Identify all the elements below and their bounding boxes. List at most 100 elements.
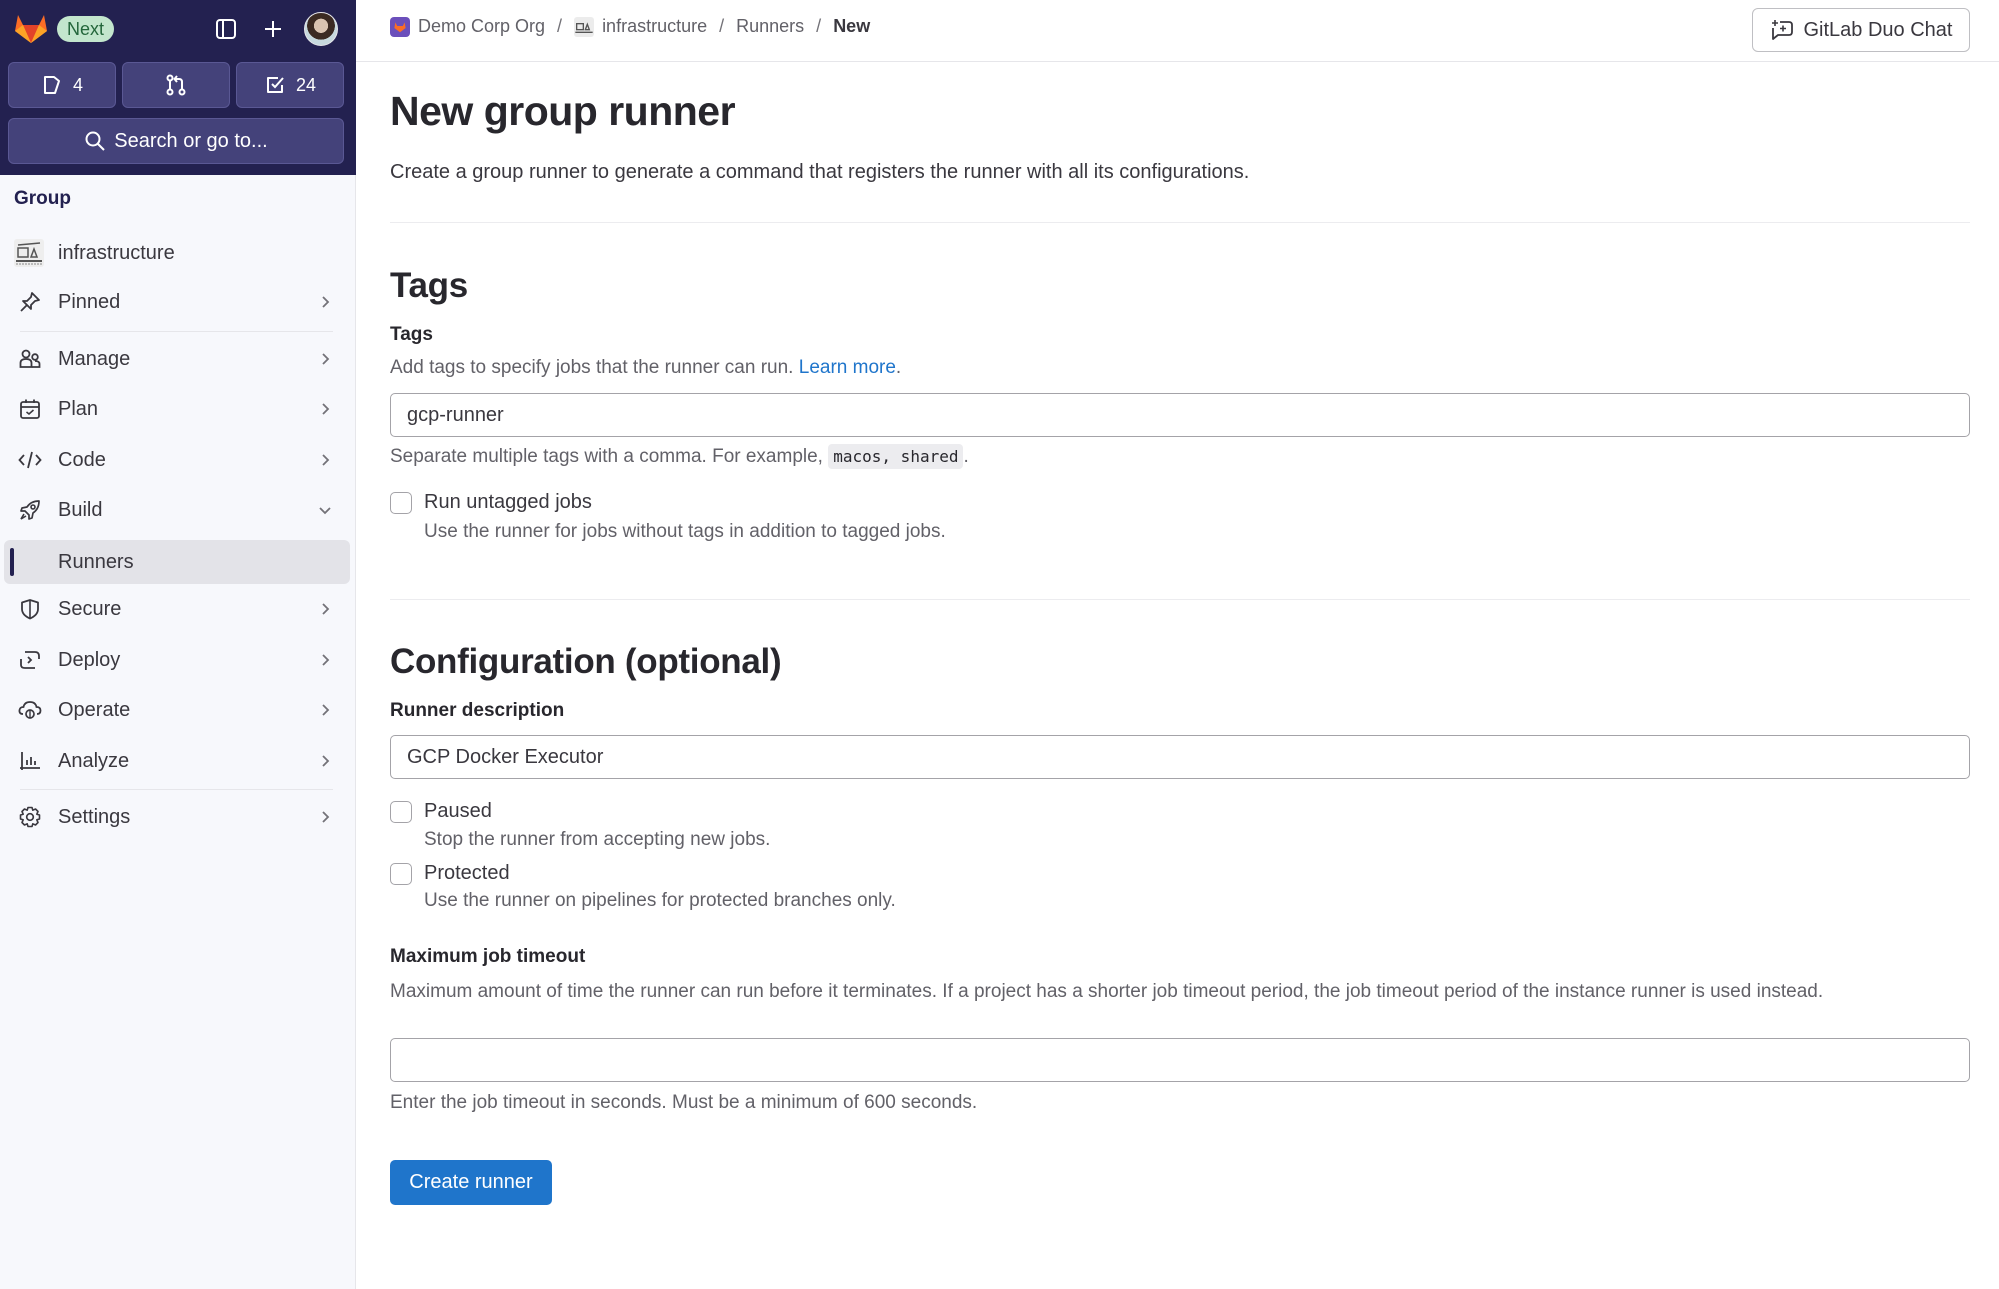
breadcrumb-org[interactable]: Demo Corp Org bbox=[390, 16, 545, 37]
tags-heading: Tags bbox=[390, 266, 468, 305]
paused-checkbox-row[interactable]: Paused bbox=[390, 800, 492, 823]
breadcrumb-separator: / bbox=[719, 16, 725, 36]
todos-count: 24 bbox=[295, 74, 317, 95]
max-timeout-label: Maximum job timeout bbox=[390, 946, 586, 967]
section-divider bbox=[390, 599, 1970, 600]
active-indicator bbox=[10, 548, 14, 576]
plus-icon[interactable] bbox=[259, 15, 287, 43]
sidebar-item-code[interactable]: Code bbox=[4, 438, 350, 482]
run-untagged-help: Use the runner for jobs without tags in … bbox=[424, 521, 946, 542]
max-timeout-input[interactable] bbox=[390, 1038, 1970, 1082]
breadcrumb: Demo Corp Org / infrastructure / Runners… bbox=[390, 16, 870, 37]
paused-help: Stop the runner from accepting new jobs. bbox=[424, 829, 771, 850]
breadcrumb-current: New bbox=[833, 16, 870, 37]
duo-chat-label: GitLab Duo Chat bbox=[1803, 18, 1953, 41]
tags-input[interactable] bbox=[390, 393, 1970, 437]
org-avatar-icon bbox=[390, 16, 410, 37]
sidebar-item-pinned[interactable]: Pinned bbox=[4, 280, 350, 324]
sidebar-item-label: Code bbox=[58, 448, 106, 471]
sidebar-item-label: Settings bbox=[58, 805, 131, 828]
rocket-icon bbox=[18, 498, 42, 522]
pin-icon bbox=[18, 290, 42, 314]
sidebar-item-label: Analyze bbox=[58, 749, 130, 772]
protected-help: Use the runner on pipelines for protecte… bbox=[424, 890, 896, 911]
run-untagged-checkbox[interactable] bbox=[390, 491, 412, 514]
sidebar-item-label: Manage bbox=[58, 347, 131, 370]
runner-description-input[interactable] bbox=[390, 735, 1970, 779]
top-bar: Demo Corp Org / infrastructure / Runners… bbox=[356, 0, 1999, 62]
sidebar-item-manage[interactable]: Manage bbox=[4, 337, 350, 381]
chevron-right-icon bbox=[322, 704, 330, 716]
group-avatar-icon bbox=[574, 16, 595, 37]
tags-example-code: macos, shared bbox=[828, 444, 964, 469]
sidebar-item-label: Runners bbox=[58, 550, 134, 573]
paused-checkbox[interactable] bbox=[390, 800, 412, 823]
user-avatar[interactable] bbox=[304, 12, 338, 46]
breadcrumb-group[interactable]: infrastructure bbox=[574, 16, 707, 37]
issues-icon bbox=[43, 76, 60, 94]
chevron-right-icon bbox=[322, 454, 330, 466]
todos-button[interactable]: 24 bbox=[236, 62, 344, 108]
sidebar-header: Next 4 24 Search or go to... bbox=[0, 0, 356, 175]
breadcrumb-label: New bbox=[833, 16, 871, 36]
chevron-right-icon bbox=[322, 811, 330, 823]
sidebar-item-analyze[interactable]: Analyze bbox=[4, 739, 350, 783]
toggle-sidebar-icon[interactable] bbox=[212, 15, 240, 43]
tags-hint-text: Separate multiple tags with a comma. For… bbox=[390, 446, 829, 467]
gear-icon bbox=[18, 805, 42, 829]
max-timeout-hint: Enter the job timeout in seconds. Must b… bbox=[390, 1092, 978, 1113]
chevron-right-icon bbox=[322, 403, 330, 415]
chevron-right-icon bbox=[322, 353, 330, 365]
tags-help-suffix: . bbox=[895, 357, 902, 378]
sidebar-item-build[interactable]: Build bbox=[4, 488, 350, 532]
breadcrumb-label: Demo Corp Org bbox=[418, 16, 546, 36]
learn-more-link[interactable]: Learn more bbox=[799, 357, 896, 378]
max-timeout-help: Maximum amount of time the runner can ru… bbox=[390, 981, 1824, 1002]
section-divider bbox=[390, 222, 1970, 223]
search-label: Search or go to... bbox=[114, 129, 268, 152]
sidebar-item-label: Deploy bbox=[58, 648, 121, 671]
sidebar-item-plan[interactable]: Plan bbox=[4, 387, 350, 431]
sidebar-item-label: infrastructure bbox=[58, 241, 175, 264]
sidebar-item-runners[interactable]: Runners bbox=[4, 540, 350, 584]
breadcrumb-runners[interactable]: Runners bbox=[736, 16, 804, 37]
breadcrumb-label: Runners bbox=[736, 16, 805, 36]
duo-chat-button[interactable]: GitLab Duo Chat bbox=[1752, 8, 1970, 52]
chevron-right-icon bbox=[322, 603, 330, 615]
calendar-icon bbox=[18, 397, 42, 421]
sidebar-item-settings[interactable]: Settings bbox=[4, 795, 350, 839]
cloud-icon bbox=[18, 698, 42, 722]
paused-label: Paused bbox=[424, 800, 492, 822]
chevron-down-icon bbox=[319, 507, 331, 515]
next-badge: Next bbox=[57, 16, 115, 42]
issues-button[interactable]: 4 bbox=[8, 62, 116, 108]
sidebar-item-secure[interactable]: Secure bbox=[4, 587, 350, 631]
chart-icon bbox=[18, 749, 42, 773]
search-button[interactable]: Search or go to... bbox=[8, 118, 344, 164]
create-runner-button[interactable]: Create runner bbox=[390, 1160, 552, 1205]
tags-hint-suffix: . bbox=[963, 446, 969, 467]
sidebar-item-label: Operate bbox=[58, 698, 131, 721]
tags-help: Add tags to specify jobs that the runner… bbox=[390, 357, 901, 379]
sidebar-item-operate[interactable]: Operate bbox=[4, 688, 350, 732]
run-untagged-checkbox-row[interactable]: Run untagged jobs bbox=[390, 491, 592, 514]
breadcrumb-separator: / bbox=[816, 16, 822, 36]
page-title: New group runner bbox=[390, 88, 736, 134]
group-avatar-icon bbox=[14, 239, 44, 267]
gitlab-logo-icon[interactable] bbox=[13, 11, 49, 45]
page-description: Create a group runner to generate a comm… bbox=[390, 161, 1250, 183]
tags-hint: Separate multiple tags with a comma. For… bbox=[390, 444, 969, 469]
protected-checkbox-row[interactable]: Protected bbox=[390, 862, 510, 885]
configuration-heading: Configuration (optional) bbox=[390, 642, 782, 681]
sidebar-item-infrastructure[interactable]: infrastructure bbox=[4, 231, 350, 275]
sidebar: Next 4 24 Search or go to... Group infra… bbox=[0, 0, 356, 1289]
chevron-right-icon bbox=[322, 654, 330, 666]
sidebar-item-label: Secure bbox=[58, 597, 122, 620]
merge-requests-button[interactable] bbox=[122, 62, 230, 108]
protected-checkbox[interactable] bbox=[390, 862, 412, 885]
users-icon bbox=[18, 347, 42, 371]
chevron-right-icon bbox=[322, 296, 330, 308]
shield-icon bbox=[18, 597, 42, 621]
tags-label: Tags bbox=[390, 324, 433, 345]
sidebar-item-deploy[interactable]: Deploy bbox=[4, 638, 350, 682]
